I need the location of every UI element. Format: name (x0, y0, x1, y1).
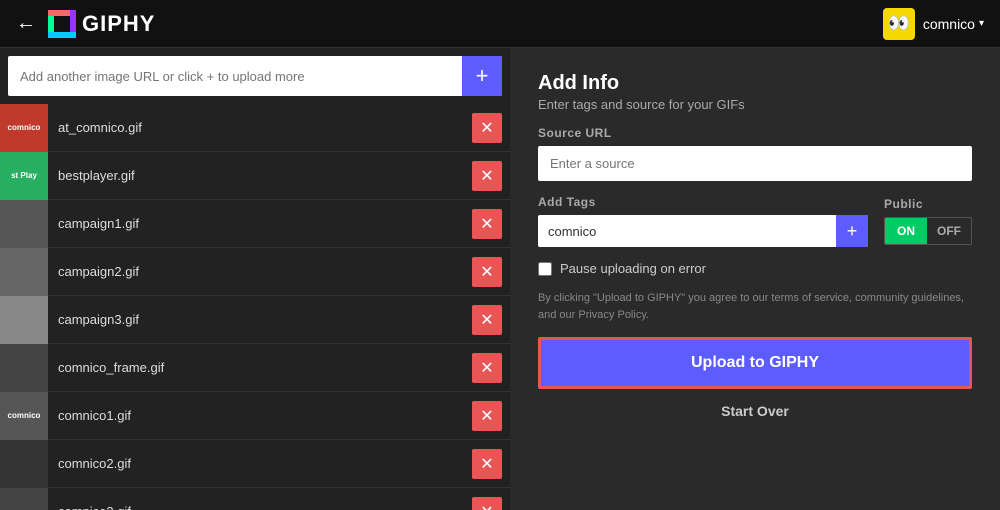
avatar: 👀 (883, 8, 915, 40)
source-url-field: Source URL (538, 126, 972, 181)
list-item: campaign1.gif✕ (0, 200, 510, 248)
list-item: campaign3.gif✕ (0, 296, 510, 344)
toggle-off-button[interactable]: OFF (927, 218, 971, 244)
right-panel: Add Info Enter tags and source for your … (510, 48, 1000, 510)
file-thumbnail: st Play (0, 152, 48, 200)
header: ← GIPHY 👀 comnico ▾ (0, 0, 1000, 48)
terms-text: By clicking "Upload to GIPHY" you agree … (538, 290, 972, 323)
list-item: comnico2.gif✕ (0, 440, 510, 488)
file-name: at_comnico.gif (58, 120, 472, 135)
giphy-logo-icon (48, 10, 76, 38)
tags-left: Add Tags + (538, 195, 868, 247)
header-left: ← GIPHY (16, 10, 155, 38)
tags-input-row: + (538, 215, 868, 247)
remove-file-button[interactable]: ✕ (472, 401, 502, 431)
list-item: comnico_frame.gif✕ (0, 344, 510, 392)
source-url-label: Source URL (538, 126, 972, 140)
file-thumbnail (0, 248, 48, 296)
back-button[interactable]: ← (16, 12, 36, 35)
public-toggle: ON OFF (884, 217, 972, 245)
list-item: st Play bestplayer.gif✕ (0, 152, 510, 200)
upload-button[interactable]: Upload to GIPHY (538, 337, 972, 389)
pause-row: Pause uploading on error (538, 261, 972, 276)
list-item: comnico at_comnico.gif✕ (0, 104, 510, 152)
remove-file-button[interactable]: ✕ (472, 497, 502, 510)
add-url-button[interactable]: + (462, 56, 502, 96)
chevron-down-icon: ▾ (979, 18, 984, 29)
add-info-title: Add Info (538, 72, 972, 95)
file-name: campaign3.gif (58, 312, 472, 327)
file-name: comnico2.gif (58, 456, 472, 471)
public-label: Public (884, 197, 972, 211)
tags-row: Add Tags + Public ON OFF (538, 195, 972, 247)
remove-file-button[interactable]: ✕ (472, 353, 502, 383)
list-item: comnico3.gif✕ (0, 488, 510, 510)
file-name: comnico_frame.gif (58, 360, 472, 375)
file-thumbnail: comnico (0, 392, 48, 440)
pause-label: Pause uploading on error (560, 261, 706, 276)
remove-file-button[interactable]: ✕ (472, 305, 502, 335)
user-menu-button[interactable]: comnico ▾ (923, 16, 984, 32)
url-input[interactable] (8, 59, 462, 94)
file-name: bestplayer.gif (58, 168, 472, 183)
list-item: campaign2.gif✕ (0, 248, 510, 296)
file-thumbnail (0, 440, 48, 488)
url-input-row: + (8, 56, 502, 96)
tags-input[interactable] (538, 216, 836, 247)
file-thumbnail: comnico (0, 104, 48, 152)
tags-add-button[interactable]: + (836, 215, 868, 247)
file-thumbnail (0, 200, 48, 248)
remove-file-button[interactable]: ✕ (472, 209, 502, 239)
remove-file-button[interactable]: ✕ (472, 449, 502, 479)
pause-checkbox[interactable] (538, 262, 552, 276)
logo: GIPHY (48, 10, 155, 38)
main-layout: + comnicoat_comnico.gif✕st Playbestplaye… (0, 48, 1000, 510)
remove-file-button[interactable]: ✕ (472, 257, 502, 287)
file-list: comnicoat_comnico.gif✕st Playbestplayer.… (0, 104, 510, 510)
remove-file-button[interactable]: ✕ (472, 113, 502, 143)
toggle-on-button[interactable]: ON (885, 218, 927, 244)
add-tags-label: Add Tags (538, 195, 868, 209)
left-panel: + comnicoat_comnico.gif✕st Playbestplaye… (0, 48, 510, 510)
file-name: comnico1.gif (58, 408, 472, 423)
source-url-input[interactable] (538, 146, 972, 181)
logo-text: GIPHY (82, 11, 155, 37)
file-thumbnail (0, 344, 48, 392)
add-info-subtitle: Enter tags and source for your GIFs (538, 97, 972, 112)
file-name: campaign2.gif (58, 264, 472, 279)
add-info-section: Add Info Enter tags and source for your … (538, 72, 972, 112)
file-name: comnico3.gif (58, 504, 472, 510)
public-toggle-section: Public ON OFF (884, 197, 972, 245)
header-right: 👀 comnico ▾ (883, 8, 984, 40)
file-name: campaign1.gif (58, 216, 472, 231)
start-over-button[interactable]: Start Over (538, 403, 972, 419)
remove-file-button[interactable]: ✕ (472, 161, 502, 191)
list-item: comnico comnico1.gif✕ (0, 392, 510, 440)
file-thumbnail (0, 296, 48, 344)
file-thumbnail (0, 488, 48, 510)
